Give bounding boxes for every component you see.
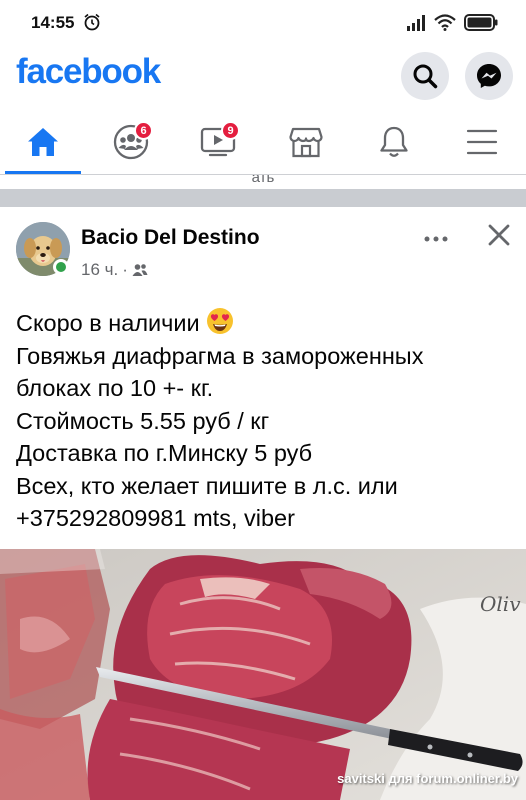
more-dots-icon [424,236,448,242]
hamburger-icon [466,129,498,155]
watermark: savitski для forum.onliner.by [337,771,518,786]
search-icon [413,64,438,89]
search-button[interactable] [401,52,449,100]
post-text-line: блоках по 10 +- кг. [16,375,214,401]
messenger-icon [477,64,501,88]
watch-badge: 9 [221,121,240,140]
previous-post-text: ать [251,175,275,186]
post-text-line: Доставка по г.Минску 5 руб [16,440,313,466]
photo-board-text: Oliv [480,592,521,616]
bell-icon [380,126,408,157]
status-time: 14:55 [31,13,75,32]
messenger-button[interactable] [465,52,513,100]
post-text-line: Говяжья диафрагма в замороженных [16,342,424,369]
wifi-icon [434,14,456,31]
friends-icon [132,264,148,276]
facebook-logo[interactable]: facebook [16,52,161,92]
nav-bar: 6 9 [0,112,526,174]
post-text: Скоро в наличии Говяжья диафрагма в замо… [16,307,516,535]
post-photo[interactable]: Oliv savitski для forum.onliner.by [0,549,526,800]
meat-photo: Oliv [0,549,526,800]
post-time[interactable]: 16 ч. [81,260,118,280]
post-meta: 16 ч. · [81,260,148,280]
home-icon [28,128,58,156]
online-status-dot [53,259,69,275]
hide-post-button[interactable] [483,219,515,251]
tab-menu[interactable] [452,112,512,172]
close-icon [488,224,510,246]
post-options-button[interactable] [418,227,454,251]
previous-post-snippet: ать [0,175,526,189]
tab-home[interactable] [5,112,81,174]
heart-eyes-emoji [207,308,234,334]
status-bar: 14:55 [0,0,526,48]
post-text-line: +375292809981 mts, viber [16,505,295,531]
status-icons [406,14,498,31]
app-header: facebook [0,48,526,104]
tab-watch[interactable]: 9 [188,112,248,172]
meta-separator: · [122,260,128,279]
marketplace-icon [289,127,323,158]
alarm-icon [84,13,100,31]
post-text-line: Всех, кто желает пишите в л.с. или [16,472,398,499]
tab-marketplace[interactable] [276,112,336,172]
feed-separator [0,189,526,207]
tab-groups[interactable]: 6 [101,112,161,172]
post-text-line: Скоро в наличии [16,307,516,340]
post-author[interactable]: Bacio Del Destino [81,226,260,250]
battery-icon [464,14,498,31]
signal-icon [407,14,425,31]
post-text-line: Стоймость 5.55 руб / кг [16,407,270,434]
groups-badge: 6 [134,121,153,140]
tab-notifications[interactable] [364,112,424,172]
feed-post: Bacio Del Destino 16 ч. · Скоро в наличи… [0,207,526,800]
